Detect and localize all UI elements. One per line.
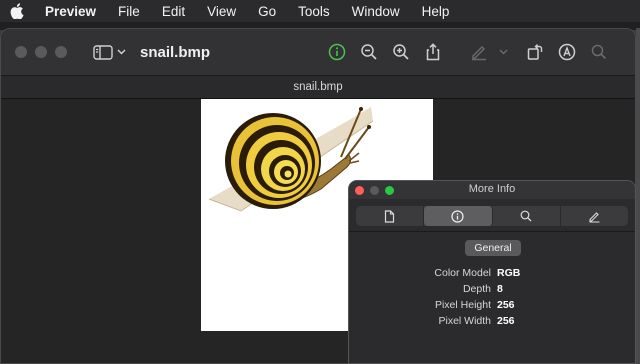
panel-titlebar: More Info — [349, 181, 635, 199]
sidebar-toggle-button[interactable] — [93, 44, 126, 60]
panel-divider — [349, 231, 635, 232]
window-title: snail.bmp — [140, 43, 211, 61]
document-tab[interactable]: snail.bmp — [1, 75, 635, 99]
pencil-icon — [589, 211, 600, 223]
search-button[interactable] — [583, 36, 615, 68]
menu-edit[interactable]: Edit — [151, 4, 196, 19]
property-value: RGB — [497, 267, 521, 279]
menu-tools[interactable]: Tools — [287, 4, 341, 19]
rotate-icon — [527, 44, 543, 60]
general-section-tab[interactable]: General — [465, 240, 521, 256]
property-value: 256 — [497, 315, 515, 327]
property-value: 8 — [497, 283, 503, 295]
annotate-icon — [558, 43, 576, 61]
menu-go[interactable]: Go — [247, 4, 287, 19]
property-value: 256 — [497, 299, 515, 311]
info-icon — [328, 43, 346, 61]
tab-document-info[interactable] — [356, 206, 425, 226]
markup-button[interactable] — [463, 36, 495, 68]
menu-bar: Preview File Edit View Go Tools Window H… — [0, 0, 640, 22]
close-button[interactable] — [15, 46, 27, 58]
tab-title: snail.bmp — [293, 81, 343, 93]
markup-icon — [472, 46, 486, 61]
zoom-out-icon — [361, 44, 377, 60]
zoom-in-button[interactable] — [385, 36, 417, 68]
property-label: Depth — [462, 283, 491, 295]
property-row: Pixel Width 256 — [349, 313, 635, 329]
tab-annotations-info[interactable] — [561, 206, 628, 226]
annotate-button[interactable] — [551, 36, 583, 68]
rotate-button[interactable] — [519, 36, 551, 68]
info-tab-selector — [356, 206, 628, 226]
desktop-edge — [636, 28, 640, 364]
document-icon — [385, 209, 395, 223]
menu-view[interactable]: View — [196, 4, 247, 19]
menu-preview[interactable]: Preview — [34, 4, 107, 19]
tab-general-info[interactable] — [424, 206, 493, 226]
property-row: Pixel Height 256 — [349, 297, 635, 313]
property-row: Depth 8 — [349, 281, 635, 297]
menu-file[interactable]: File — [107, 4, 151, 19]
property-row: Color Model RGB — [349, 265, 635, 281]
menu-window[interactable]: Window — [341, 4, 411, 19]
apple-menu-icon[interactable] — [0, 3, 34, 19]
info-button[interactable] — [321, 36, 353, 68]
menu-help[interactable]: Help — [411, 4, 461, 19]
chevron-down-icon — [117, 49, 126, 55]
property-label: Pixel Width — [438, 315, 491, 327]
minimize-button[interactable] — [35, 46, 47, 58]
share-icon — [426, 43, 440, 61]
search-icon — [591, 44, 607, 60]
zoom-out-button[interactable] — [353, 36, 385, 68]
window-controls — [15, 46, 67, 58]
sidebar-icon — [93, 44, 113, 60]
zoom-in-icon — [393, 44, 409, 60]
chevron-down-icon — [498, 49, 508, 55]
info-icon — [451, 209, 464, 223]
window-toolbar: snail.bmp — [1, 29, 635, 75]
panel-title: More Info — [468, 183, 516, 195]
image-properties: Color Model RGB Depth 8 Pixel Height 256… — [349, 265, 635, 329]
markup-menu-button[interactable] — [495, 36, 511, 68]
search-icon — [520, 210, 532, 222]
tab-search-info[interactable] — [493, 206, 561, 226]
property-label: Color Model — [434, 267, 491, 279]
zoom-button[interactable] — [55, 46, 67, 58]
toolbar-icons — [321, 29, 615, 75]
more-info-panel: More Info General Color Model RGB Depth … — [348, 180, 636, 364]
property-label: Pixel Height — [434, 299, 491, 311]
share-button[interactable] — [417, 36, 449, 68]
